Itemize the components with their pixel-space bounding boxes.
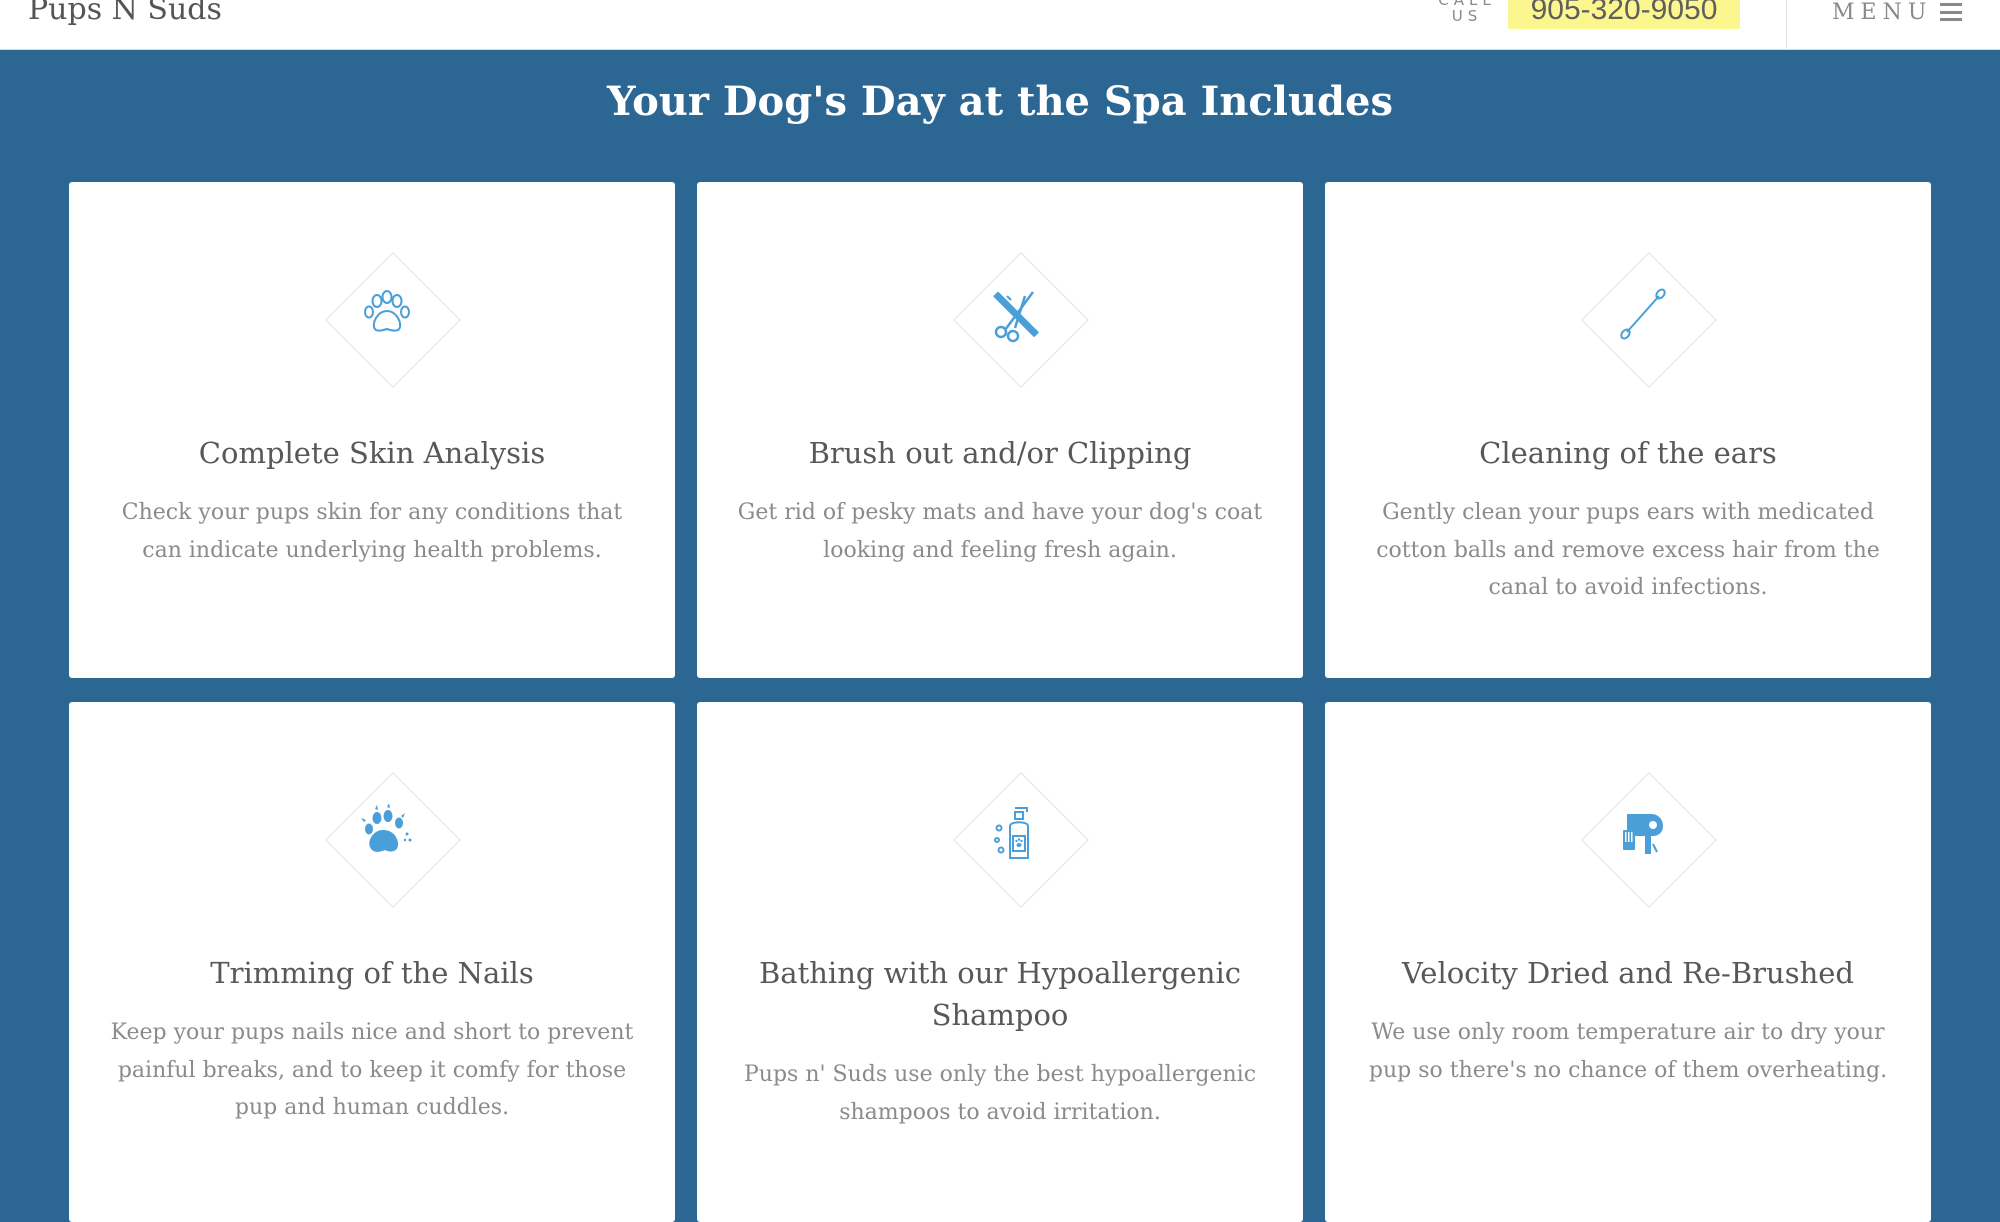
service-icon-badge: [953, 772, 1089, 908]
hamburger-icon: [1940, 3, 1963, 21]
service-card-nail-trimming: Trimming of the Nails Keep your pups nai…: [69, 702, 675, 1222]
hair-dryer-icon: [1623, 814, 1663, 854]
service-icon-badge: [325, 772, 461, 908]
service-card-ear-cleaning: Cleaning of the ears Gently clean your p…: [1325, 182, 1931, 678]
top-navigation-bar: Pups N Suds CALL US 905-320-9050 MENU: [0, 0, 2000, 50]
service-icon-badge: [1581, 252, 1717, 388]
service-description: Gently clean your pups ears with medicat…: [1376, 500, 1880, 600]
menu-label: MENU: [1832, 0, 1933, 25]
cotton-swab-icon: [1620, 288, 1666, 340]
brand-logo-text[interactable]: Pups N Suds: [28, 0, 222, 28]
service-title: Trimming of the Nails: [210, 956, 534, 990]
service-title: Brush out and/or Clipping: [808, 436, 1192, 470]
service-card-bathing: Bathing with our Hypoallergenic Shampoo …: [697, 702, 1303, 1222]
phone-number-link[interactable]: 905-320-9050: [1508, 0, 1740, 29]
service-icon-badge: [953, 252, 1089, 388]
service-title: Cleaning of the ears: [1479, 436, 1777, 470]
service-card-skin-analysis: Complete Skin Analysis Check your pups s…: [69, 182, 675, 678]
comb-scissors-icon: [993, 291, 1039, 343]
service-description: Get rid of pesky mats and have your dog'…: [737, 500, 1263, 563]
service-title: Complete Skin Analysis: [198, 436, 546, 470]
service-title: Velocity Dried and Re-Brushed: [1402, 956, 1854, 990]
service-icon-badge: [325, 252, 461, 388]
service-icon-badge: [1581, 772, 1717, 908]
service-description: Check your pups skin for any conditions …: [121, 500, 623, 563]
service-card-clipping: Brush out and/or Clipping Get rid of pes…: [697, 182, 1303, 678]
shampoo-bottle-icon: [994, 807, 1029, 859]
menu-button[interactable]: MENU: [1832, 0, 1963, 30]
service-card-drying: Velocity Dried and Re-Brushed We use onl…: [1325, 702, 1931, 1222]
service-description: Pups n' Suds use only the best hypoaller…: [743, 1062, 1257, 1125]
section-title: Your Dog's Day at the Spa Includes: [607, 78, 1393, 125]
call-us-label: CALL US: [1438, 0, 1496, 25]
service-description: We use only room temperature air to dry …: [1368, 1020, 1888, 1083]
service-description: Keep your pups nails nice and short to p…: [110, 1020, 634, 1120]
paw-claws-icon: [361, 804, 412, 852]
paw-outline-icon: [364, 290, 410, 332]
service-title: Bathing with our Hypoallergenic Shampoo: [758, 956, 1241, 1032]
header-divider: [1786, 0, 1787, 50]
